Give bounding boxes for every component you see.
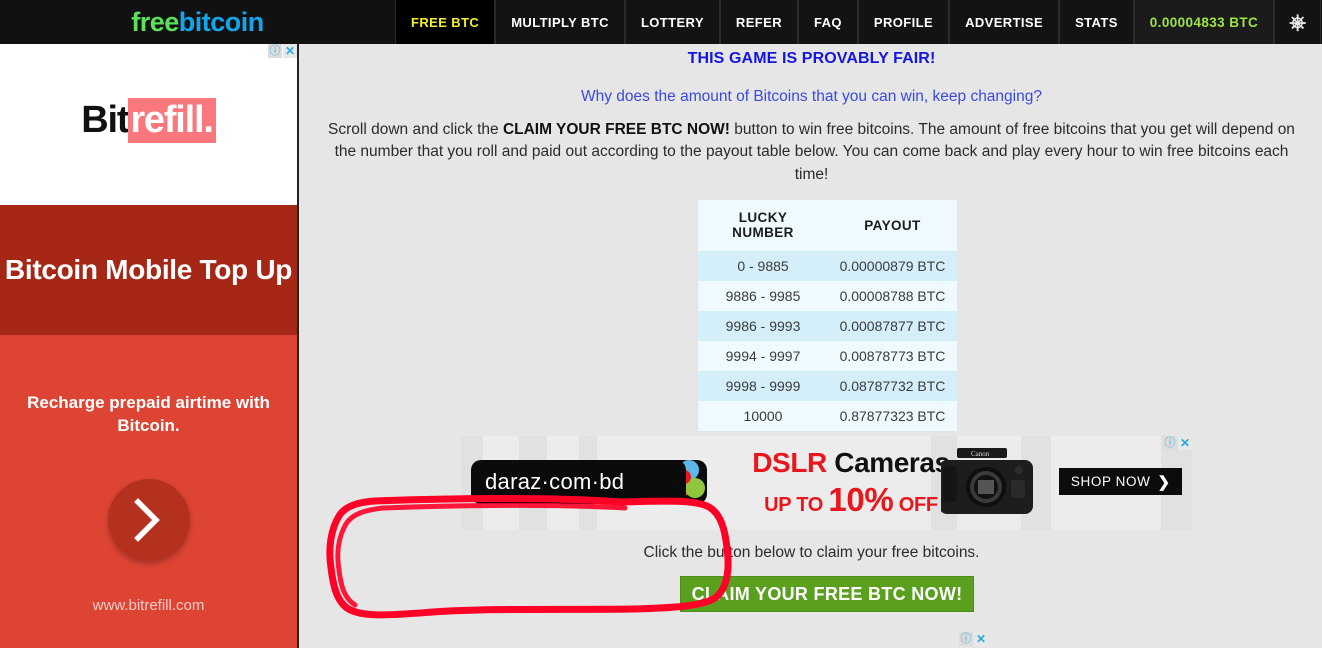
- adchoices-close-icon[interactable]: ✕: [974, 632, 988, 646]
- nav-item-multiply-btc[interactable]: MULTIPLY BTC: [495, 0, 625, 44]
- chevron-right-icon: ❯: [1157, 473, 1171, 491]
- claim-free-btc-button[interactable]: CLAIM YOUR FREE BTC NOW!: [680, 576, 974, 612]
- payout-cell: 0.00008788 BTC: [828, 281, 957, 311]
- lucky-number-cell: 9986 - 9993: [698, 311, 828, 341]
- payout-table: LUCKY NUMBER PAYOUT 0 - 9885 0.00000879 …: [698, 200, 957, 431]
- bitrefill-logo-refill: refill.: [128, 98, 216, 143]
- sidebar-ad-cta-button[interactable]: [108, 479, 190, 561]
- adchoices-info-icon[interactable]: ⓘ: [268, 44, 282, 58]
- banner-advertisement[interactable]: ⓘ ✕ daraz·com·bd DSLR Cameras UP TO 10% …: [461, 436, 1192, 530]
- lucky-number-cell: 0 - 9885: [698, 251, 828, 281]
- sidebar-ad-body-panel: Recharge prepaid airtime with Bitcoin. w…: [0, 335, 297, 648]
- intro-bold-claim: CLAIM YOUR FREE BTC NOW!: [502, 121, 730, 138]
- adchoices-close-icon[interactable]: ✕: [283, 44, 297, 58]
- shop-now-button[interactable]: SHOP NOW ❯: [1059, 468, 1182, 495]
- adchoices-close-icon[interactable]: ✕: [1178, 436, 1192, 450]
- lucky-number-cell: 9998 - 9999: [698, 371, 828, 401]
- sidebar-ad-headline: Bitcoin Mobile Top Up: [4, 253, 293, 285]
- table-row: 10000 0.87877323 BTC: [698, 401, 957, 431]
- sidebar-ad-subtext: Recharge prepaid airtime with Bitcoin.: [27, 393, 270, 436]
- main-content-area: THIS GAME IS PROVABLY FAIR! Why does the…: [301, 44, 1322, 648]
- top-navigation-bar: freebitcoin FREE BTC MULTIPLY BTC LOTTER…: [0, 0, 1322, 44]
- nav-item-free-btc[interactable]: FREE BTC: [395, 0, 496, 44]
- payout-table-header-payout: PAYOUT: [828, 200, 957, 251]
- intro-paragraph: Scroll down and click the CLAIM YOUR FRE…: [327, 119, 1297, 186]
- table-row: 0 - 9885 0.00000879 BTC: [698, 251, 957, 281]
- payout-table-container: LUCKY NUMBER PAYOUT 0 - 9885 0.00000879 …: [697, 199, 957, 432]
- claim-caption: Click the button below to claim your fre…: [643, 544, 980, 561]
- table-row: 9886 - 9985 0.00008788 BTC: [698, 281, 957, 311]
- payout-cell: 0.00000879 BTC: [828, 251, 957, 281]
- table-row: 9994 - 9997 0.00878773 BTC: [698, 341, 957, 371]
- banner-headline-dslr: DSLR: [752, 447, 827, 478]
- daraz-brand-text: daraz·com·bd: [485, 469, 625, 494]
- adchoices-info-icon[interactable]: ⓘ: [959, 632, 973, 646]
- payout-cell: 0.00087877 BTC: [828, 311, 957, 341]
- nav-item-stats[interactable]: STATS: [1059, 0, 1134, 44]
- provably-fair-heading: THIS GAME IS PROVABLY FAIR!: [687, 50, 936, 67]
- payout-table-header-row: LUCKY NUMBER PAYOUT: [698, 200, 957, 251]
- nav-item-faq[interactable]: FAQ: [797, 0, 858, 44]
- chevron-right-icon: [134, 498, 160, 542]
- bitrefill-logo-bit: Bit: [81, 99, 129, 141]
- why-changing-link[interactable]: Why does the amount of Bitcoins that you…: [301, 68, 1322, 106]
- nav-item-advertise[interactable]: ADVERTISE: [949, 0, 1060, 44]
- table-row: 9998 - 9999 0.08787732 BTC: [698, 371, 957, 401]
- nav-item-profile[interactable]: PROFILE: [857, 0, 950, 44]
- payout-cell: 0.08787732 BTC: [828, 371, 957, 401]
- sidebar-advertisement[interactable]: ⓘ ✕ Bitrefill. Bitcoin Mobile Top Up Rec…: [0, 44, 299, 648]
- intro-text-part1: Scroll down and click the: [328, 121, 503, 138]
- logout-button[interactable]: ⎈: [1274, 0, 1322, 44]
- logo-bitcoin-part: bitcoin: [178, 6, 265, 37]
- banner-adchoices-controls: ⓘ ✕: [1163, 436, 1192, 450]
- sidebar-ad-url: www.bitrefill.com: [92, 597, 205, 614]
- lucky-number-cell: 9994 - 9997: [698, 341, 828, 371]
- svg-text:Canon: Canon: [971, 450, 990, 458]
- sidebar-adchoices-controls: ⓘ ✕: [268, 44, 297, 58]
- payout-cell: 0.00878773 BTC: [828, 341, 957, 371]
- sidebar-ad-headline-panel: Bitcoin Mobile Top Up: [0, 205, 297, 335]
- logo-free-part: free: [131, 6, 179, 37]
- banner-subline-percent: 10%: [828, 480, 894, 518]
- banner-subline-suffix: OFF: [893, 493, 938, 516]
- shop-now-label: SHOP NOW: [1070, 474, 1151, 489]
- logo-text: freebitcoin: [131, 7, 264, 38]
- sidebar-ad-top-panel: ⓘ ✕ Bitrefill.: [0, 44, 297, 205]
- lucky-number-cell: 10000: [698, 401, 828, 431]
- payout-table-header-lucky-number: LUCKY NUMBER: [698, 200, 828, 251]
- bitrefill-logo: Bitrefill.: [0, 98, 297, 143]
- daraz-brand-logo: daraz·com·bd: [471, 460, 686, 504]
- nav-item-refer[interactable]: REFER: [719, 0, 798, 44]
- site-logo[interactable]: freebitcoin: [0, 0, 395, 44]
- table-row: 9986 - 9993 0.00087877 BTC: [698, 311, 957, 341]
- adchoices-info-icon[interactable]: ⓘ: [1163, 436, 1177, 450]
- canon-dslr-camera-icon: Canon: [941, 448, 1033, 514]
- lucky-number-cell: 9886 - 9985: [698, 281, 828, 311]
- power-icon: ⎈: [1289, 10, 1307, 34]
- banner-headline-cameras: Cameras: [834, 447, 950, 478]
- bottom-adchoices-controls: ⓘ ✕: [959, 632, 988, 646]
- nav-item-lottery[interactable]: LOTTERY: [624, 0, 720, 44]
- banner-subline-prefix: UP TO: [764, 493, 829, 516]
- payout-cell: 0.87877323 BTC: [828, 401, 957, 431]
- account-balance[interactable]: 0.00004833 BTC: [1133, 0, 1275, 44]
